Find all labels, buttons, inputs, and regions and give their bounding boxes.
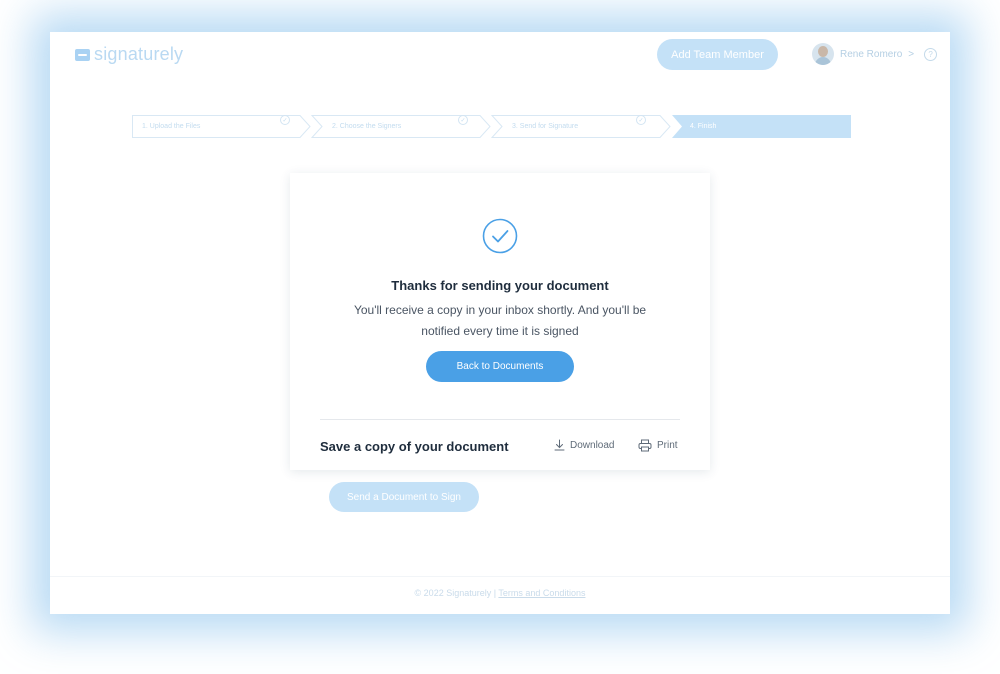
footer-copyright: © 2022 Signaturely | — [414, 588, 499, 598]
save-copy-label: Save a copy of your document — [320, 439, 509, 454]
download-button[interactable]: Download — [554, 439, 614, 451]
step-label: 1. Upload the Files — [142, 123, 201, 130]
add-team-member-button[interactable]: Add Team Member — [657, 39, 778, 70]
step-finish[interactable]: 4. Finish — [690, 115, 851, 138]
help-icon[interactable]: ? — [924, 47, 938, 61]
step-send-for-signature[interactable]: 3. Send for Signature ✓ — [512, 115, 662, 138]
step-label: 2. Choose the Signers — [332, 123, 402, 130]
step-upload-files[interactable]: 1. Upload the Files ✓ — [142, 115, 302, 138]
avatar[interactable] — [812, 43, 834, 65]
footer: © 2022 Signaturely | Terms and Condition… — [50, 588, 950, 598]
progress-stepper: 1. Upload the Files ✓ 2. Choose the Sign… — [132, 115, 851, 138]
send-document-button[interactable]: Send a Document to Sign — [329, 482, 479, 512]
check-circle-icon — [482, 218, 518, 254]
user-name[interactable]: Rene Romero — [840, 49, 902, 60]
chevron-right-icon[interactable]: > — [908, 49, 914, 60]
app-window: signaturely Add Team Member Rene Romero … — [50, 32, 950, 614]
print-button[interactable]: Print — [638, 439, 678, 452]
terms-link[interactable]: Terms and Conditions — [498, 588, 585, 598]
printer-icon — [638, 439, 652, 452]
user-menu[interactable]: Rene Romero > ? — [812, 43, 938, 65]
print-label: Print — [657, 440, 678, 451]
success-dialog: Thanks for sending your document You'll … — [290, 173, 710, 470]
step-check-icon: ✓ — [458, 115, 468, 125]
back-to-documents-button[interactable]: Back to Documents — [426, 351, 574, 382]
download-label: Download — [570, 439, 615, 451]
download-icon — [554, 439, 565, 451]
brand-name: signaturely — [94, 44, 184, 64]
logo-mark-icon — [75, 48, 90, 61]
dialog-divider — [320, 419, 680, 420]
footer-divider — [50, 576, 950, 577]
dialog-message: You'll receive a copy in your inbox shor… — [353, 303, 647, 338]
dialog-title: Thanks for sending your document — [391, 278, 609, 293]
step-check-icon: ✓ — [636, 115, 646, 125]
step-choose-signers[interactable]: 2. Choose the Signers ✓ — [332, 115, 482, 138]
step-label: 4. Finish — [690, 123, 717, 130]
step-label: 3. Send for Signature — [512, 123, 579, 130]
step-check-icon: ✓ — [280, 115, 290, 125]
brand-logo[interactable]: signaturely — [75, 44, 183, 65]
